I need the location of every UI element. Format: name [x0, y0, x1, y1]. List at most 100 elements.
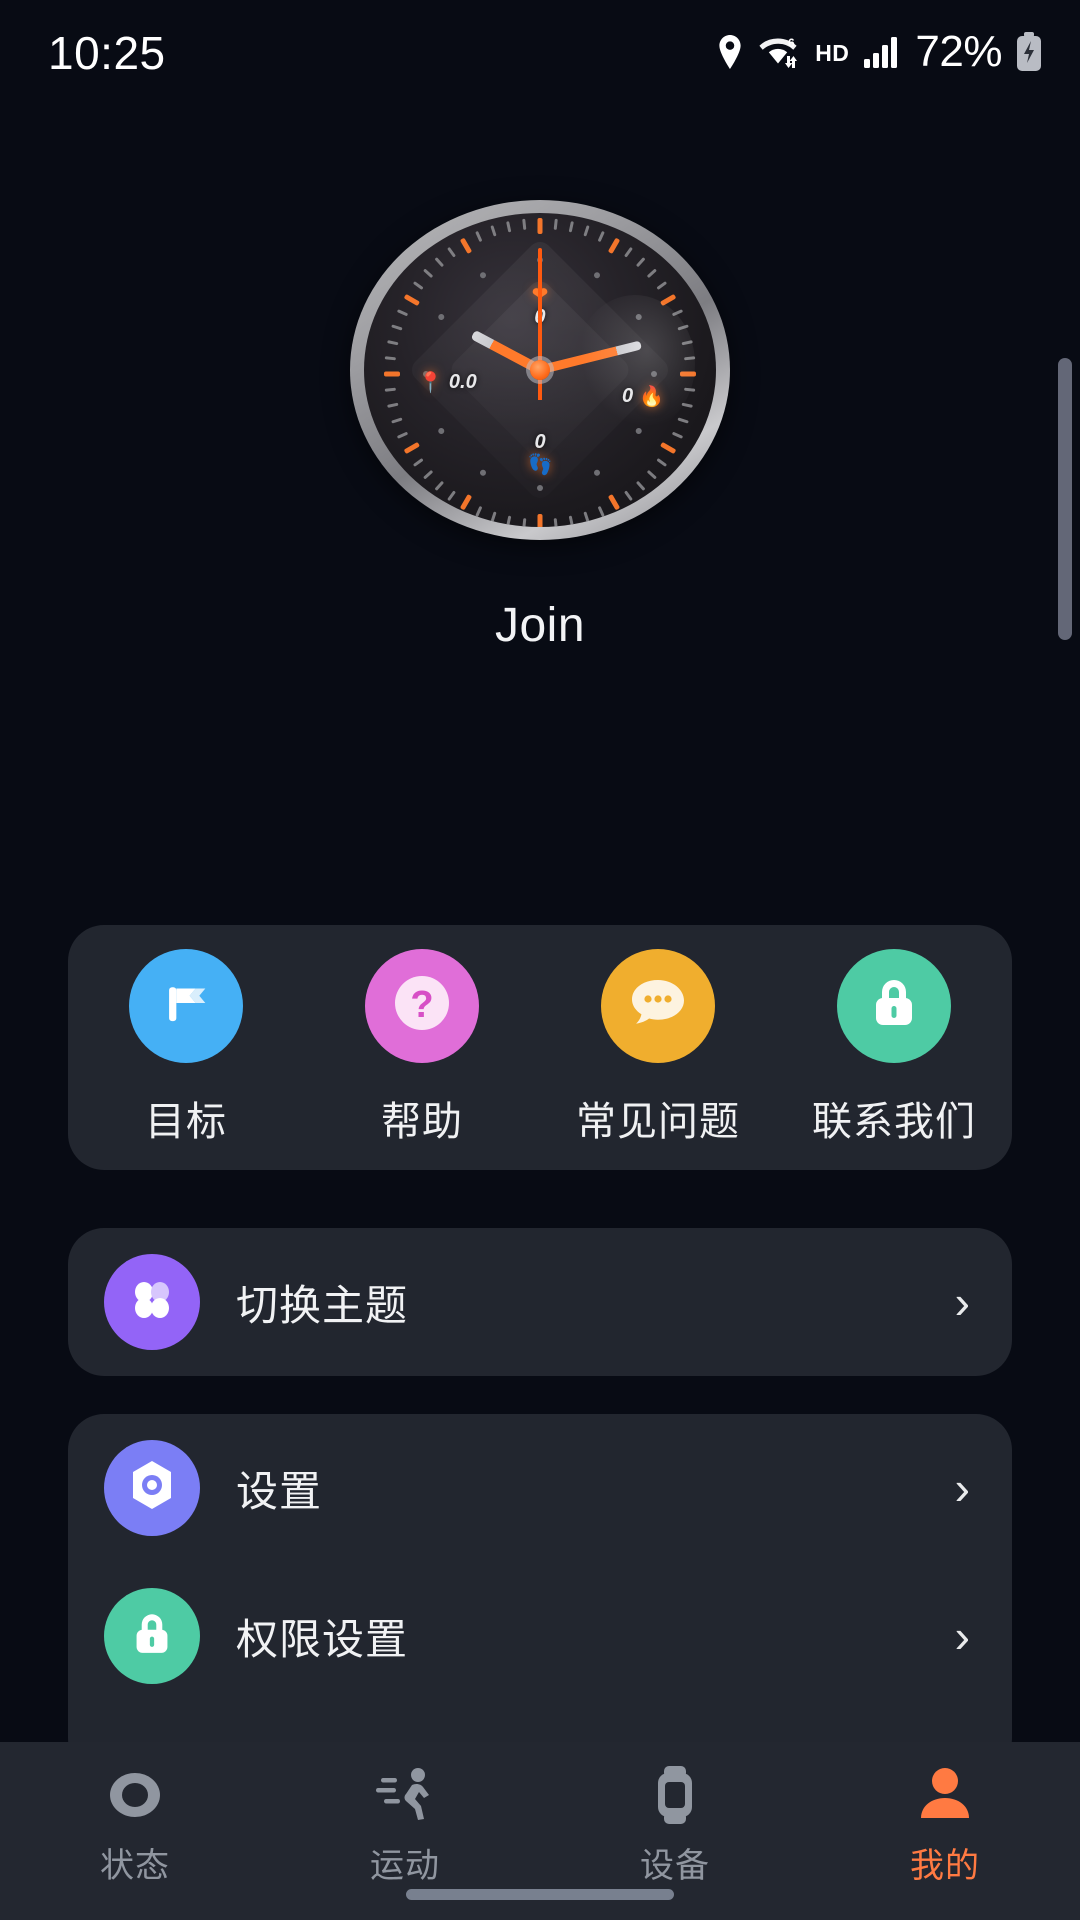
dial-tick [387, 340, 399, 346]
dial-hour-dot [634, 312, 643, 322]
menu-row-switch-theme[interactable]: 切换主题 › [68, 1228, 1012, 1376]
svg-text:?: ? [410, 984, 433, 1026]
quick-action-icon-bg [601, 948, 715, 1063]
nav-tab-label: 运动 [370, 1847, 440, 1885]
dial-tick [384, 387, 396, 392]
dial-tick [607, 493, 621, 511]
status-bar: 10:25 6 HD 72% [0, 0, 1080, 110]
menu-row-label: 权限设置 [236, 1615, 409, 1663]
dial-tick [684, 387, 696, 392]
dial-tick [522, 218, 527, 230]
nav-tab-device[interactable]: 设备 [540, 1764, 810, 1887]
dial-tick [597, 505, 605, 518]
vertical-scrollbar[interactable] [1058, 358, 1072, 640]
dial-hour-dot [651, 371, 657, 377]
dial-tick [677, 324, 689, 331]
wifi-6-icon: 6 [757, 34, 801, 70]
dial-tick [680, 371, 696, 377]
dial-tick [447, 246, 456, 258]
dial-tick [391, 417, 403, 424]
nav-tab-exercise[interactable]: 运动 [270, 1764, 540, 1887]
dial-tick [384, 371, 400, 377]
watch-dial: ❤ 0 📍 0.0 0 🔥 👣 0 [364, 213, 716, 527]
svg-text:6: 6 [788, 36, 795, 50]
dial-hour-dot [592, 468, 602, 477]
dial-tick [677, 417, 689, 424]
dial-tick [537, 218, 543, 234]
dial-tick [423, 469, 434, 480]
dial-tick [475, 505, 483, 518]
nav-tab-label: 设备 [640, 1847, 710, 1885]
quick-action-help[interactable]: ? 帮助 [304, 948, 540, 1147]
quick-action-contact-us[interactable]: 联系我们 [776, 948, 1012, 1147]
quick-action-label: 目标 [145, 1099, 227, 1144]
home-indicator [406, 1889, 674, 1900]
dial-hub [530, 360, 550, 380]
nav-tab-mine[interactable]: 我的 [810, 1764, 1080, 1887]
question-mark-icon: ? [387, 968, 457, 1043]
lock-icon [866, 973, 922, 1038]
status-bar-icons: 6 HD 72% [717, 27, 1042, 76]
battery-percent-label: 72% [915, 27, 1002, 76]
complication-value: 0 [534, 431, 546, 453]
dial-tick [459, 493, 473, 511]
dial-tick [607, 237, 621, 255]
runner-icon [375, 1764, 435, 1826]
complication-steps: 👣 0 [528, 431, 553, 475]
nav-tab-label: 我的 [910, 1847, 980, 1885]
quick-actions-card: 目标 ? 帮助 常见问题 联系我们 [68, 925, 1012, 1170]
dial-tick [681, 402, 693, 408]
quick-action-faq[interactable]: 常见问题 [540, 948, 776, 1147]
dial-tick [597, 230, 605, 243]
hd-icon: HD [815, 39, 850, 66]
dial-tick [384, 356, 396, 361]
dial-tick [537, 514, 543, 527]
battery-charging-icon [1016, 32, 1042, 72]
person-icon [916, 1764, 974, 1826]
dial-tick [646, 469, 657, 480]
dial-tick [568, 221, 574, 233]
gear-hex-icon [125, 1457, 179, 1520]
bottom-navigation: 状态 运动 设备 我的 [0, 1742, 1080, 1920]
menu-row-icon-bg [104, 1254, 200, 1350]
menu-row-settings[interactable]: 设置 › [68, 1414, 1012, 1562]
watch-icon [651, 1764, 699, 1826]
dial-tick [412, 281, 424, 290]
dial-tick [624, 490, 633, 502]
dial-tick [635, 257, 646, 268]
complication-value: 0 [621, 385, 634, 407]
dial-tick [635, 480, 646, 491]
dial-tick [490, 225, 497, 237]
footsteps-icon: 👣 [527, 454, 553, 476]
menu-row-icon-bg [104, 1440, 200, 1536]
dial-hour-dot [437, 312, 446, 322]
quick-action-goal[interactable]: 目标 [68, 948, 304, 1147]
dial-hour-dot [478, 468, 488, 477]
dial-tick [423, 268, 434, 279]
clover-icon [126, 1274, 178, 1331]
dial-tick [506, 515, 512, 527]
dial-tick [671, 309, 684, 317]
menu-row-permission-settings[interactable]: 权限设置 › [68, 1562, 1012, 1710]
quick-action-label: 联系我们 [812, 1099, 976, 1144]
location-icon [717, 35, 743, 69]
quick-action-icon-bg [129, 948, 243, 1063]
dial-tick [434, 257, 445, 268]
dial-tick [583, 511, 590, 523]
chevron-right-icon: › [954, 1462, 970, 1514]
dial-tick [403, 441, 421, 455]
flame-icon: 🔥 [639, 385, 664, 408]
chevron-right-icon: › [954, 1276, 970, 1328]
settings-card: 设置 › 权限设置 › [68, 1414, 1012, 1774]
nav-tab-label: 状态 [100, 1847, 170, 1885]
status-bar-clock: 10:25 [48, 27, 166, 79]
dial-tick [522, 518, 527, 527]
watch-face-preview[interactable]: ❤ 0 📍 0.0 0 🔥 👣 0 [350, 200, 730, 540]
device-name: Join [494, 599, 586, 652]
nav-tab-status[interactable]: 状态 [0, 1764, 270, 1887]
dial-tick [553, 518, 558, 527]
dial-hour-dot [537, 485, 543, 491]
dial-tick [459, 237, 473, 255]
dial-tick [447, 490, 456, 502]
ring-icon [106, 1764, 164, 1826]
